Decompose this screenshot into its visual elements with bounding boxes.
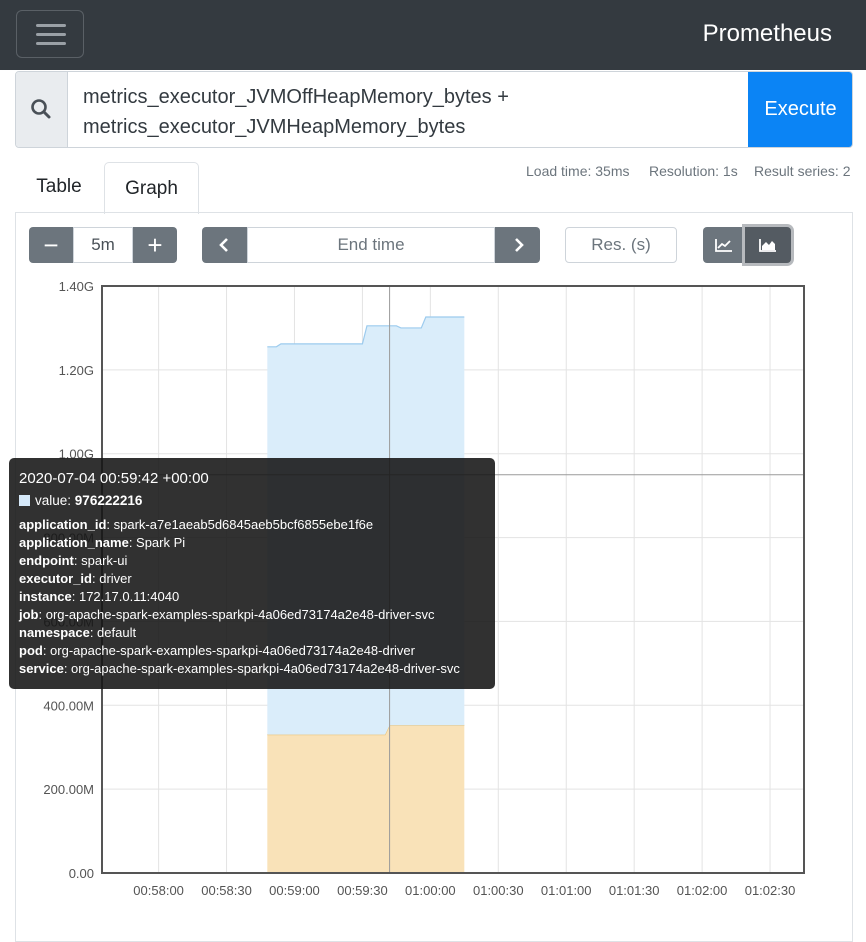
tooltip-label-key: application_id: [19, 517, 107, 532]
tooltip-label-row: executor_id: driver: [19, 570, 485, 588]
series-color-swatch: [19, 495, 30, 506]
y-tick-label: 400.00M: [43, 698, 94, 713]
tooltip-label-key: service: [19, 661, 64, 676]
tooltip-label-row: application_name: Spark Pi: [19, 534, 485, 552]
tooltip-label-value: : default: [89, 625, 137, 640]
tooltip-labels: application_id: spark-a7e1aeab5d6845aeb5…: [19, 516, 485, 678]
tooltip-value-row: value: 976222216: [19, 490, 485, 512]
x-tick-label: 00:59:00: [269, 883, 320, 898]
tooltip-label-value: : driver: [91, 571, 132, 586]
x-tick-label: 01:00:30: [473, 883, 524, 898]
x-tick-label: 01:01:30: [609, 883, 660, 898]
tooltip-label-value: : org-apache-spark-examples-sparkpi-4a06…: [63, 661, 460, 676]
tooltip-label-key: job: [19, 607, 39, 622]
tooltip-label-key: pod: [19, 643, 43, 658]
tooltip-label-row: instance: 172.17.0.11:4040: [19, 588, 485, 606]
tooltip-label-value: : org-apache-spark-examples-sparkpi-4a06…: [42, 643, 415, 658]
x-tick-label: 01:02:30: [745, 883, 796, 898]
x-tick-label: 00:59:30: [337, 883, 388, 898]
tooltip-timestamp: 2020-07-04 00:59:42 +00:00: [19, 470, 209, 487]
tooltip-label-key: instance: [19, 589, 72, 604]
tooltip-label-row: job: org-apache-spark-examples-sparkpi-4…: [19, 606, 485, 624]
tooltip-label-row: application_id: spark-a7e1aeab5d6845aeb5…: [19, 516, 485, 534]
x-tick-label: 01:02:00: [677, 883, 728, 898]
tooltip-label-row: endpoint: spark-ui: [19, 552, 485, 570]
y-tick-label: 1.40G: [59, 279, 94, 294]
series-area-bottom[interactable]: [267, 725, 465, 873]
y-tick-label: 1.20G: [59, 363, 94, 378]
y-tick-label: 200.00M: [43, 782, 94, 797]
tooltip-label-value: : 172.17.0.11:4040: [71, 589, 180, 604]
x-tick-label: 00:58:30: [201, 883, 252, 898]
tooltip-label-key: application_name: [19, 535, 129, 550]
tooltip-label-row: pod: org-apache-spark-examples-sparkpi-4…: [19, 642, 485, 660]
tooltip-label-key: executor_id: [19, 571, 92, 586]
tooltip-label-key: namespace: [19, 625, 90, 640]
tooltip-label-value: : org-apache-spark-examples-sparkpi-4a06…: [38, 607, 435, 622]
tooltip-value: 976222216: [74, 493, 143, 508]
tooltip-label-row: service: org-apache-spark-examples-spark…: [19, 660, 485, 678]
graph-tooltip: 2020-07-04 00:59:42 +00:00 value: 976222…: [9, 458, 495, 689]
tooltip-label-value: : Spark Pi: [128, 535, 186, 550]
tooltip-label-value: : spark-ui: [73, 553, 128, 568]
x-tick-label: 01:00:00: [405, 883, 456, 898]
x-tick-label: 01:01:00: [541, 883, 592, 898]
tooltip-label-row: namespace: default: [19, 624, 485, 642]
tooltip-value-label: value:: [35, 493, 72, 508]
x-tick-label: 00:58:00: [133, 883, 184, 898]
tooltip-label-value: : spark-a7e1aeab5d6845aeb5bcf6855ebe1f6e: [106, 517, 374, 532]
y-tick-label: 0.00: [69, 866, 94, 881]
tooltip-label-key: endpoint: [19, 553, 74, 568]
